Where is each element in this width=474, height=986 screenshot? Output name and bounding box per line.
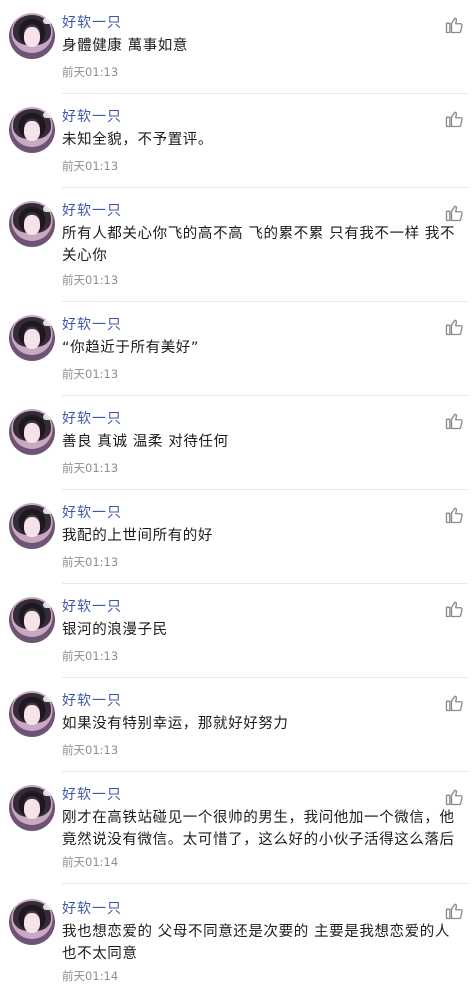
thumbs-up-icon[interactable] <box>444 901 464 921</box>
comment-line: 如果没有特别幸运，那就好好努力 <box>62 716 289 732</box>
avatar[interactable] <box>9 201 55 247</box>
comment-line: 也不太同意 <box>62 946 138 962</box>
comment-text: 所有人都关心你飞的高不高 飞的累不累 只有我不一样 我不 关心你 <box>62 223 462 267</box>
comment-line: 身體健康 萬事如意 <box>62 38 189 54</box>
username[interactable]: 好软一只 <box>62 316 122 334</box>
username[interactable]: 好软一只 <box>62 692 122 710</box>
avatar[interactable] <box>9 409 55 455</box>
comment-text: 银河的浪漫子民 <box>62 619 462 641</box>
divider <box>62 489 468 490</box>
username[interactable]: 好软一只 <box>62 900 122 918</box>
timestamp: 前天01:13 <box>62 159 119 173</box>
timestamp: 前天01:14 <box>62 969 119 983</box>
divider <box>62 677 468 678</box>
avatar[interactable] <box>9 597 55 643</box>
divider <box>62 771 468 772</box>
timestamp: 前天01:13 <box>62 367 119 381</box>
timestamp: 前天01:13 <box>62 461 119 475</box>
comment-line: 竟然说没有微信。太可惜了，这么好的小伙子活得这么落后 <box>62 832 455 848</box>
username[interactable]: 好软一只 <box>62 202 122 220</box>
comment-line: 关心你 <box>62 248 108 264</box>
comment-text: 未知全貌，不予置评。 <box>62 129 462 151</box>
username[interactable]: 好软一只 <box>62 108 122 126</box>
comment-line: 善良 真诚 温柔 对待任何 <box>62 434 229 450</box>
username[interactable]: 好软一只 <box>62 14 122 32</box>
comment-text: 我配的上世间所有的好 <box>62 525 462 547</box>
divider <box>62 93 468 94</box>
username[interactable]: 好软一只 <box>62 786 122 804</box>
comment-text: “你趋近于所有美好” <box>62 337 462 359</box>
comment-line: “你趋近于所有美好” <box>62 340 200 356</box>
avatar[interactable] <box>9 107 55 153</box>
divider <box>62 883 468 884</box>
avatar[interactable] <box>9 13 55 59</box>
avatar[interactable] <box>9 785 55 831</box>
timestamp: 前天01:14 <box>62 855 119 869</box>
thumbs-up-icon[interactable] <box>444 411 464 431</box>
comment-text: 身體健康 萬事如意 <box>62 35 462 57</box>
thumbs-up-icon[interactable] <box>444 505 464 525</box>
divider <box>62 301 468 302</box>
username[interactable]: 好软一只 <box>62 504 122 522</box>
comment-text: 如果没有特别幸运，那就好好努力 <box>62 713 462 735</box>
comment-line: 所有人都关心你飞的高不高 飞的累不累 只有我不一样 我不 <box>62 226 456 242</box>
timestamp: 前天01:13 <box>62 273 119 287</box>
timestamp: 前天01:13 <box>62 743 119 757</box>
comment-text: 善良 真诚 温柔 对待任何 <box>62 431 462 453</box>
comment-line: 我也想恋爱的 父母不同意还是次要的 主要是我想恋爱的人 <box>62 924 450 940</box>
thumbs-up-icon[interactable] <box>444 109 464 129</box>
divider <box>62 187 468 188</box>
thumbs-up-icon[interactable] <box>444 693 464 713</box>
avatar[interactable] <box>9 691 55 737</box>
divider <box>62 395 468 396</box>
comment-list: 好软一只 身體健康 萬事如意 前天01:13 好软一只 未知全貌，不予置评。 前… <box>0 0 474 986</box>
avatar[interactable] <box>9 899 55 945</box>
thumbs-up-icon[interactable] <box>444 317 464 337</box>
comment-line: 我配的上世间所有的好 <box>62 528 213 544</box>
username[interactable]: 好软一只 <box>62 410 122 428</box>
timestamp: 前天01:13 <box>62 65 119 79</box>
thumbs-up-icon[interactable] <box>444 203 464 223</box>
timestamp: 前天01:13 <box>62 555 119 569</box>
timestamp: 前天01:13 <box>62 649 119 663</box>
comment-text: 刚才在高铁站碰见一个很帅的男生，我问他加一个微信，他 竟然说没有微信。太可惜了，… <box>62 807 462 851</box>
divider <box>62 583 468 584</box>
thumbs-up-icon[interactable] <box>444 599 464 619</box>
thumbs-up-icon[interactable] <box>444 787 464 807</box>
avatar[interactable] <box>9 315 55 361</box>
comment-text: 我也想恋爱的 父母不同意还是次要的 主要是我想恋爱的人 也不太同意 <box>62 921 462 965</box>
username[interactable]: 好软一只 <box>62 598 122 616</box>
comment-line: 刚才在高铁站碰见一个很帅的男生，我问他加一个微信，他 <box>62 810 455 826</box>
comment-line: 银河的浪漫子民 <box>62 622 168 638</box>
avatar[interactable] <box>9 503 55 549</box>
comment-line: 未知全貌，不予置评。 <box>62 132 213 148</box>
thumbs-up-icon[interactable] <box>444 15 464 35</box>
